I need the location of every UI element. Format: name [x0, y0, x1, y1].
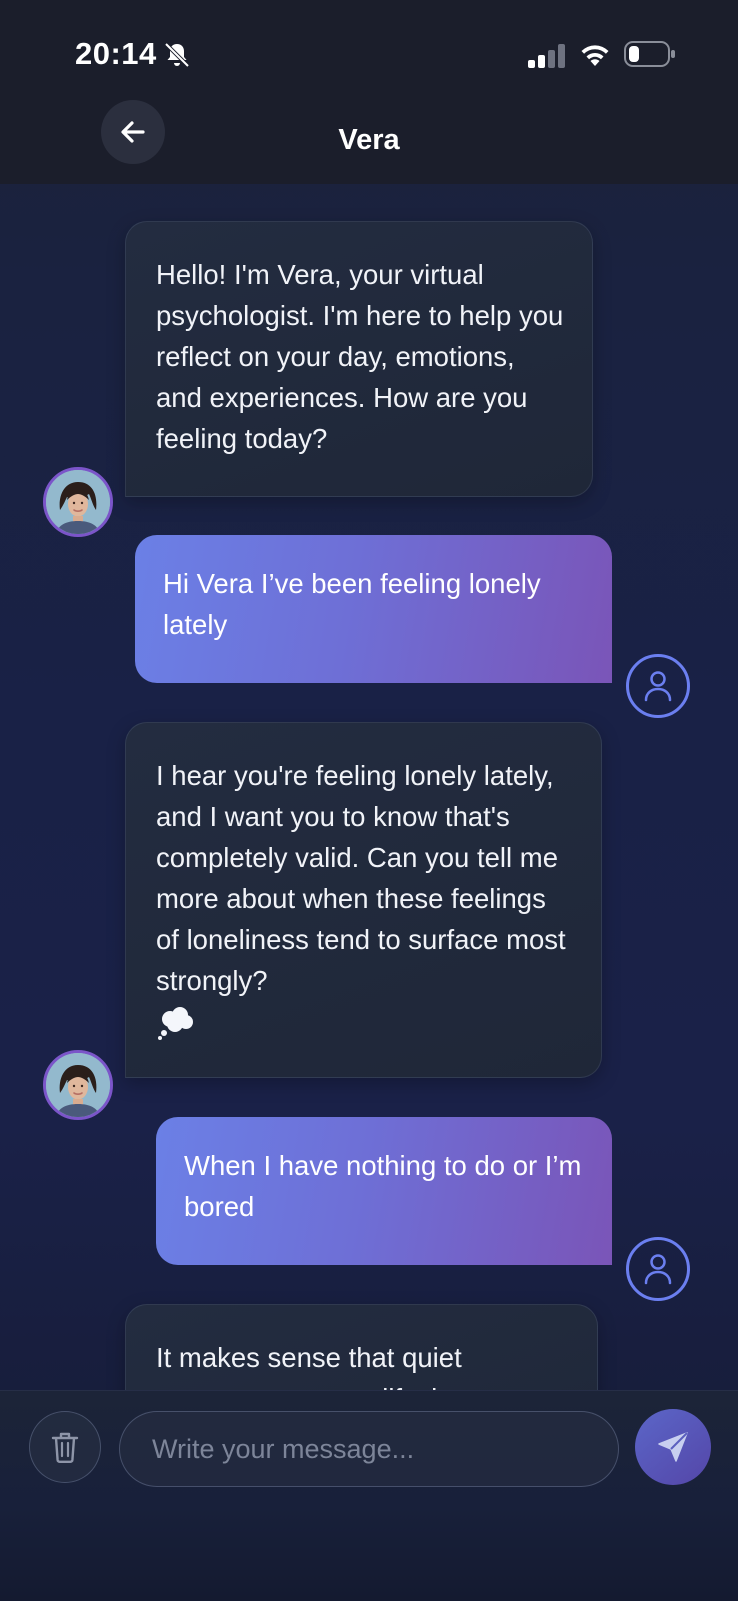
vera-avatar [43, 1050, 113, 1120]
cellular-signal-icon [528, 44, 565, 68]
status-bar: 20:14 [0, 0, 738, 100]
trash-icon [51, 1432, 79, 1464]
battery-icon [624, 41, 675, 67]
chat-header: Vera [0, 100, 738, 184]
message-text: Hi Vera I’ve been feeling lonely lately [163, 568, 541, 640]
user-message: Hi Vera I’ve been feeling lonely lately [135, 535, 612, 683]
message-text: When I have nothing to do or I’m bored [184, 1150, 582, 1222]
page-title: Vera [338, 124, 400, 156]
status-time: 20:14 [75, 36, 157, 71]
vera-avatar [43, 467, 113, 537]
send-button[interactable] [635, 1409, 711, 1485]
composer-bar [0, 1390, 738, 1601]
clear-chat-button[interactable] [29, 1411, 101, 1483]
vera-message: I hear you're feeling lonely lately, and… [125, 722, 602, 1078]
thought-balloon-icon [158, 1007, 193, 1040]
message-text: I hear you're feeling lonely lately, and… [156, 760, 566, 996]
wifi-icon [581, 45, 609, 66]
vera-message: Hello! I'm Vera, your virtual psychologi… [125, 221, 593, 497]
bell-slash-icon [164, 42, 190, 68]
send-icon [658, 1432, 688, 1462]
message-input[interactable] [119, 1411, 619, 1487]
user-message: When I have nothing to do or I’m bored [156, 1117, 612, 1265]
user-icon [644, 671, 672, 702]
message-text: Hello! I'm Vera, your virtual psychologi… [156, 259, 564, 454]
user-avatar [626, 654, 690, 718]
user-icon [644, 1254, 672, 1285]
user-avatar [626, 1237, 690, 1301]
